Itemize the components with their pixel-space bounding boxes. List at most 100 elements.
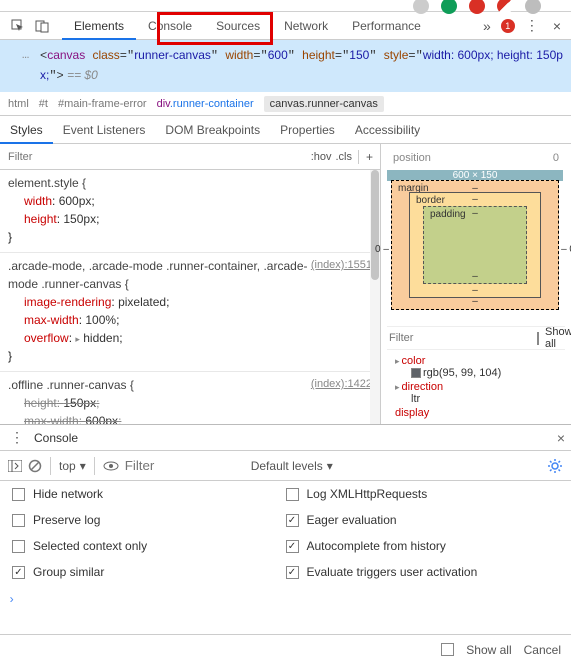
tab-elements[interactable]: Elements [62,12,136,40]
styles-scrollbar[interactable] [370,170,380,424]
log-levels-dropdown[interactable]: Default levels ▾ [251,459,333,473]
show-all-label: Show all [545,326,571,350]
close-devtools-icon[interactable]: × [549,18,565,34]
setting-row[interactable]: Evaluate triggers user activation [286,565,560,579]
css-rule[interactable]: element.style {width: 600px;height: 150p… [0,170,380,253]
setting-label: Selected context only [33,539,147,553]
setting-row[interactable]: Autocomplete from history [286,539,560,553]
console-prompt[interactable]: › [0,589,571,611]
tab-performance[interactable]: Performance [340,12,433,40]
console-title[interactable]: Console [34,431,78,445]
device-toggle-icon[interactable] [34,18,50,34]
computed-property[interactable]: display [387,406,565,420]
tab-network[interactable]: Network [272,12,340,40]
tab-dom-breakpoints[interactable]: DOM Breakpoints [155,116,270,144]
computed-filter-bar: Show all [387,326,565,350]
tab-console[interactable]: Console [136,12,204,40]
error-count-badge[interactable]: 1 [501,19,515,33]
toggle-cls[interactable]: .cls [336,151,353,163]
tab-sources[interactable]: Sources [204,12,272,40]
close-drawer-icon[interactable]: × [557,430,565,446]
box-model-diagram[interactable]: 0 – – 0 margin – – border – – padding – … [387,170,563,320]
breadcrumb-item-active[interactable]: canvas.runner-canvas [264,96,384,112]
tab-event-listeners[interactable]: Event Listeners [53,116,156,144]
checkbox[interactable] [286,566,299,579]
setting-label: Preserve log [33,513,100,527]
setting-row[interactable]: Hide network [12,487,286,501]
kebab-menu-icon[interactable]: ⋮ [521,17,543,34]
checkbox[interactable] [286,540,299,553]
css-property[interactable]: overflow: ▸ hidden; [8,329,372,347]
more-tabs-icon[interactable]: » [479,18,495,34]
profile-avatar-icon[interactable] [525,0,541,14]
show-all-label: Show all [466,643,511,657]
console-drawer: ⋮ Console × top ▾ Default levels ▾ H [0,424,571,611]
checkbox[interactable] [12,566,25,579]
source-link[interactable]: (index):1422 [311,376,372,393]
css-property[interactable]: height: 150px; [8,210,372,228]
computed-filter-input[interactable] [389,332,531,344]
tag-name: canvas [47,48,85,62]
setting-label: Hide network [33,487,103,501]
console-settings-gear-icon[interactable] [547,458,563,474]
console-toolbar: top ▾ Default levels ▾ [0,451,571,481]
main-tabs: Elements Console Sources Network Perform… [62,12,433,40]
drawer-kebab-icon[interactable]: ⋮ [6,429,28,446]
computed-property[interactable]: ▸directionltr [387,380,565,406]
computed-property[interactable]: ▸colorrgb(95, 99, 104) [387,354,565,380]
css-rule[interactable]: (index):1422.offline .runner-canvas {hei… [0,372,380,424]
checkbox[interactable] [12,540,25,553]
tab-accessibility[interactable]: Accessibility [345,116,430,144]
show-all-checkbox-bottom[interactable] [441,643,454,656]
breadcrumb-item[interactable]: #t [39,98,48,110]
console-sidebar-toggle-icon[interactable] [8,460,22,472]
source-link[interactable]: (index):1551 [311,257,372,274]
css-property[interactable]: image-rendering: pixelated; [8,293,372,311]
setting-row[interactable]: Group similar [12,565,286,579]
checkbox[interactable] [286,488,299,501]
extension-icon[interactable] [469,0,485,14]
styles-split: :hov .cls + element.style {width: 600px;… [0,144,571,424]
extension-icon[interactable] [497,0,513,14]
show-all-checkbox[interactable] [537,332,539,345]
browser-chrome-bar [0,0,571,12]
breadcrumb-item[interactable]: #main-frame-error [58,98,147,110]
styles-filter-input[interactable] [0,145,305,169]
styles-filter-bar: :hov .cls + [0,144,380,170]
toolbar-right: » 1 ⋮ × [479,17,565,34]
css-property[interactable]: max-width: 100%; [8,311,372,329]
new-style-rule-icon[interactable]: + [358,150,380,164]
checkbox[interactable] [12,488,25,501]
bottom-toolbar: Show all Cancel [0,634,571,664]
live-expression-icon[interactable] [103,460,119,472]
setting-row[interactable]: Selected context only [12,539,286,553]
setting-row[interactable]: Log XMLHttpRequests [286,487,560,501]
checkbox[interactable] [286,514,299,527]
setting-row[interactable]: Eager evaluation [286,513,560,527]
toggle-hov[interactable]: :hov [311,151,332,163]
dom-selected-element[interactable]: <canvas class="runner-canvas" width="600… [0,40,571,92]
breadcrumb-item[interactable]: html [8,98,29,110]
css-property[interactable]: width: 600px; [8,192,372,210]
chevron-down-icon: ▾ [327,459,333,473]
checkbox[interactable] [12,514,25,527]
css-rule[interactable]: (index):1551.arcade-mode, .arcade-mode .… [0,253,380,372]
extension-icon[interactable] [441,0,457,14]
setting-row[interactable]: Preserve log [12,513,286,527]
inspect-element-icon[interactable] [10,18,26,34]
chevron-down-icon: ▾ [80,459,86,473]
clear-console-icon[interactable] [28,459,42,473]
cancel-button[interactable]: Cancel [524,643,561,657]
styles-pane: :hov .cls + element.style {width: 600px;… [0,144,381,424]
tab-styles[interactable]: Styles [0,116,53,144]
breadcrumb-item[interactable]: div.runner-container [157,98,254,110]
css-property[interactable]: height: 150px; [8,394,372,412]
execution-context-dropdown[interactable]: top ▾ [59,459,86,473]
tab-properties[interactable]: Properties [270,116,345,144]
console-filter-input[interactable] [125,458,245,473]
computed-pane: position 0 0 – – 0 margin – – border – –… [381,144,571,424]
styles-tabs: Styles Event Listeners DOM Breakpoints P… [0,116,571,144]
css-property[interactable]: max-width: 600px; [8,412,372,424]
scrollbar-thumb[interactable] [371,170,379,280]
console-header: ⋮ Console × [0,425,571,451]
